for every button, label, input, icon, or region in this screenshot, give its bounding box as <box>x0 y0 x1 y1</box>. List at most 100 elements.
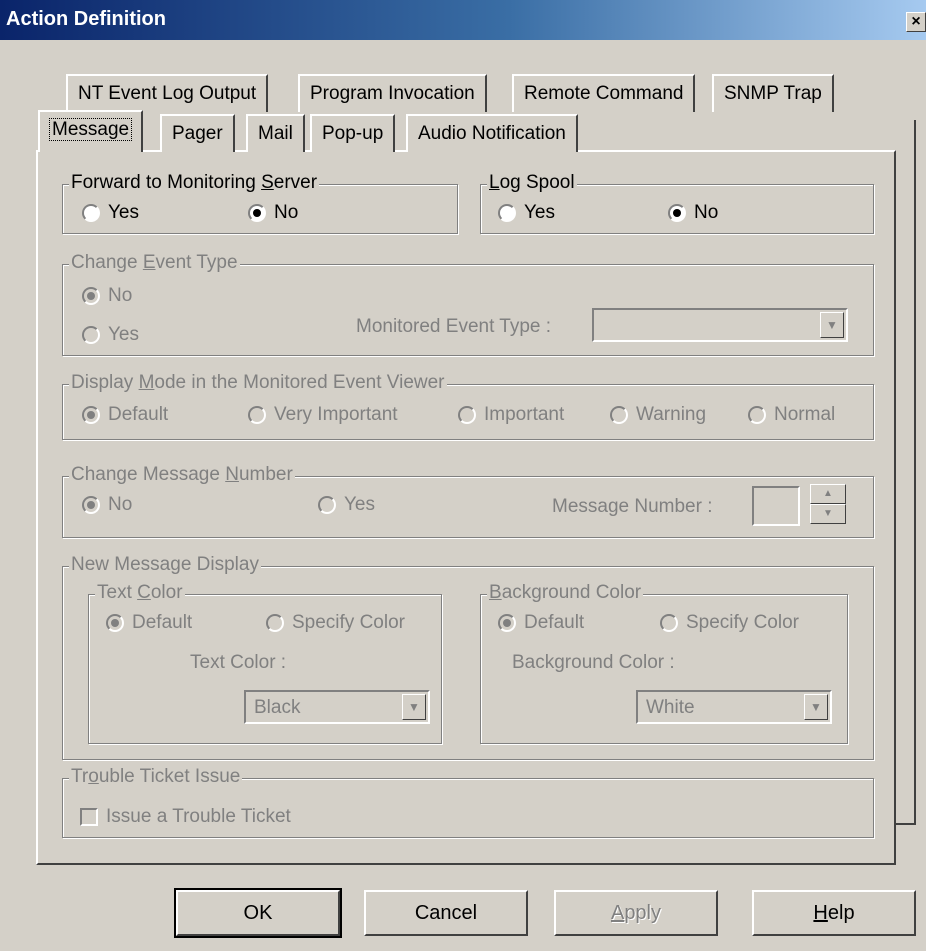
radio-selected-icon <box>82 287 100 305</box>
message-number-input[interactable] <box>752 486 800 526</box>
trouble-ticket-legend: Trouble Ticket Issue <box>69 766 243 788</box>
change-message-yes-radio[interactable]: Yes <box>318 494 375 516</box>
radio-selected-icon <box>668 204 686 222</box>
legend-mnemonic: S <box>261 172 274 193</box>
tab-label: Program Invocation <box>310 83 475 104</box>
radio-icon <box>266 614 284 632</box>
display-mode-very-important-radio[interactable]: Very Important <box>248 404 398 426</box>
help-button[interactable]: Help <box>752 890 916 936</box>
radio-icon <box>318 496 336 514</box>
radio-icon <box>248 406 266 424</box>
text-color-dropdown[interactable]: Black ▼ <box>244 690 430 724</box>
tab-label: Message <box>48 118 133 141</box>
close-icon[interactable]: × <box>906 12 926 32</box>
radio-selected-icon <box>82 406 100 424</box>
tab-label: NT Event Log Output <box>78 83 257 104</box>
radio-label: Very Important <box>274 404 398 425</box>
legend-text: olor <box>150 582 183 603</box>
tab-pop-up[interactable]: Pop-up <box>310 114 396 152</box>
chevron-down-icon: ▼ <box>820 312 844 338</box>
bg-color-specify-radio[interactable]: Specify Color <box>660 612 799 634</box>
issue-trouble-ticket-checkbox[interactable]: Issue a Trouble Ticket <box>80 806 291 828</box>
logspool-yes-radio[interactable]: Yes <box>498 202 555 224</box>
spin-up-icon[interactable]: ▲ <box>810 484 846 504</box>
legend-text: vent Type <box>155 252 238 273</box>
change-message-no-radio[interactable]: No <box>82 494 132 516</box>
display-mode-normal-radio[interactable]: Normal <box>748 404 835 426</box>
radio-icon <box>458 406 476 424</box>
message-number-stepper[interactable]: ▲ ▼ <box>810 484 846 524</box>
tab-audio-notification[interactable]: Audio Notification <box>406 114 578 152</box>
legend-text: erver <box>273 172 318 193</box>
radio-label: Yes <box>108 202 139 223</box>
tab-remote-command[interactable]: Remote Command <box>512 74 696 112</box>
checkbox-label: Issue a Trouble Ticket <box>106 806 291 827</box>
legend-mnemonic: M <box>138 372 155 393</box>
legend-text: Tr <box>71 766 89 787</box>
legend-text: uble Ticket Issue <box>98 766 241 787</box>
logspool-no-radio[interactable]: No <box>668 202 718 224</box>
window-title: Action Definition <box>6 8 166 30</box>
radio-label: No <box>108 494 133 515</box>
chevron-down-icon: ▼ <box>402 694 426 720</box>
change-message-number-legend: Change Message Number <box>69 464 295 486</box>
button-mnemonic: H <box>813 902 828 924</box>
change-event-yes-radio[interactable]: Yes <box>82 324 139 346</box>
spin-down-icon[interactable]: ▼ <box>810 504 846 524</box>
legend-text: Display <box>71 372 139 393</box>
legend-mnemonic: E <box>142 252 156 273</box>
legend-text: Forward to Monitoring <box>71 172 262 193</box>
radio-label: Important <box>484 404 565 425</box>
legend-text: umber <box>238 464 293 485</box>
tab-label: Pager <box>172 123 223 144</box>
forward-yes-radio[interactable]: Yes <box>82 202 139 224</box>
monitored-event-type-dropdown[interactable]: ▼ <box>592 308 848 342</box>
radio-label: No <box>274 202 299 223</box>
radio-icon <box>498 204 516 222</box>
radio-icon <box>660 614 678 632</box>
tab-message[interactable]: Message <box>38 110 144 152</box>
display-mode-important-radio[interactable]: Important <box>458 404 564 426</box>
ok-button[interactable]: OK <box>174 888 342 938</box>
tab-label: Audio Notification <box>418 123 566 144</box>
tab-pager[interactable]: Pager <box>160 114 235 152</box>
legend-text: Text <box>97 582 138 603</box>
radio-label: Default <box>108 404 169 425</box>
legend-text: Change Message <box>71 464 226 485</box>
text-color-specify-radio[interactable]: Specify Color <box>266 612 405 634</box>
radio-selected-icon <box>498 614 516 632</box>
display-mode-warning-radio[interactable]: Warning <box>610 404 706 426</box>
text-color-default-radio[interactable]: Default <box>106 612 192 634</box>
background-color-legend: Background Color <box>487 582 644 604</box>
background-color-label: Background Color : <box>512 652 675 673</box>
radio-icon <box>610 406 628 424</box>
display-mode-legend: Display Mode in the Monitored Event View… <box>69 372 447 394</box>
tab-nt-event-log-output[interactable]: NT Event Log Output <box>66 74 269 112</box>
button-label: pply <box>624 902 662 924</box>
apply-button[interactable]: Apply <box>554 890 718 936</box>
checkbox-icon <box>80 808 98 826</box>
tab-mail[interactable]: Mail <box>246 114 305 152</box>
background-color-dropdown[interactable]: White ▼ <box>636 690 832 724</box>
cancel-button[interactable]: Cancel <box>364 890 528 936</box>
radio-icon <box>82 204 100 222</box>
radio-icon <box>748 406 766 424</box>
bg-color-default-radio[interactable]: Default <box>498 612 584 634</box>
legend-text: ackground Color <box>501 582 642 603</box>
change-event-no-radio[interactable]: No <box>82 285 132 307</box>
legend-mnemonic: L <box>489 172 500 193</box>
text-color-label: Text Color : <box>190 652 287 673</box>
legend-text: ode in the Monitored Event Viewer <box>154 372 445 393</box>
radio-label: Specify Color <box>292 612 405 633</box>
radio-label: No <box>108 285 133 306</box>
new-message-display-legend: New Message Display <box>69 554 261 576</box>
display-mode-default-radio[interactable]: Default <box>82 404 168 426</box>
radio-label: No <box>694 202 719 223</box>
tab-program-invocation[interactable]: Program Invocation <box>298 74 487 112</box>
message-number-label: Message Number : <box>552 496 713 517</box>
forward-no-radio[interactable]: No <box>248 202 298 224</box>
tab-snmp-trap[interactable]: SNMP Trap <box>712 74 834 112</box>
radio-selected-icon <box>82 496 100 514</box>
legend-text: og Spool <box>499 172 575 193</box>
dropdown-value: Black <box>254 697 301 718</box>
